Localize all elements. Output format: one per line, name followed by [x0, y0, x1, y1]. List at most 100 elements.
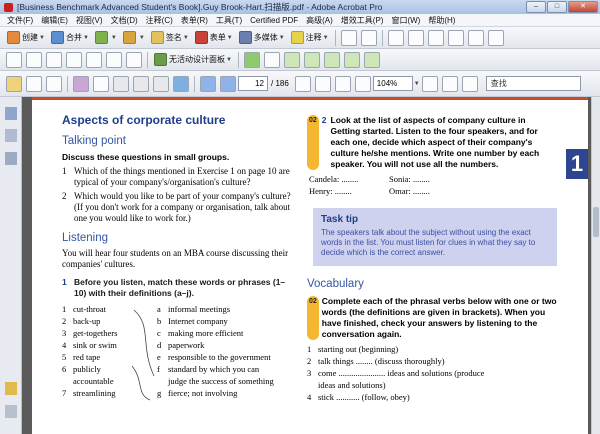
sign-button[interactable]: 签名 ▼	[148, 29, 192, 47]
textfield-tool-icon[interactable]	[46, 51, 62, 68]
task-tip-body: The speakers talk about the subject with…	[321, 228, 536, 257]
design-panel-dropdown[interactable]: 无活动设计面板 ▼	[151, 51, 235, 69]
minimize-button[interactable]: –	[526, 1, 546, 13]
speaker-candela: Candela: ........	[309, 174, 359, 184]
search-input[interactable]: 查找	[485, 76, 581, 91]
maximize-button[interactable]: □	[547, 1, 567, 13]
zoom-out-icon[interactable]	[334, 75, 351, 92]
attach-icon[interactable]	[360, 29, 377, 46]
create-button[interactable]: 创建 ▼	[4, 29, 48, 47]
zoom-in-icon[interactable]	[354, 75, 371, 92]
comment-button[interactable]: 注释 ▼	[288, 29, 332, 47]
menu-file[interactable]: 文件(F)	[3, 15, 37, 26]
ruler-icon[interactable]	[363, 51, 380, 68]
tasks-toolbar: 创建 ▼ 合并 ▼ ▼ ▼ 签名 ▼ 表单 ▼ 多媒体 ▼ 注释 ▼	[0, 27, 600, 49]
page-heading: Aspects of corporate culture	[62, 113, 226, 127]
forms-toolbar: 无活动设计面板 ▼	[0, 49, 600, 71]
handwritten-match-lines	[131, 309, 155, 401]
page-number-input[interactable]: 12	[238, 76, 268, 91]
talking-point-heading: Talking point	[62, 135, 126, 147]
vocab-item: 2 talk things ........ (discuss thoroughl…	[307, 356, 445, 366]
globe-icon[interactable]	[173, 75, 189, 92]
select-tool-icon[interactable]	[387, 29, 404, 46]
stamp-icon[interactable]	[340, 29, 357, 46]
definition-item: f standard by which you can	[157, 364, 260, 374]
window-title: [Business Benchmark Advanced Student's B…	[17, 2, 383, 12]
multimedia-icon	[238, 31, 252, 44]
open-icon[interactable]	[6, 75, 22, 92]
zoom-dropdown-icon[interactable]: ▼	[414, 81, 420, 87]
forms-button[interactable]: 表单 ▼	[192, 29, 236, 47]
print-icon[interactable]	[26, 75, 42, 92]
scrollbar-thumb[interactable]	[593, 207, 599, 237]
navigation-panel	[0, 97, 22, 434]
signature-field-icon[interactable]	[106, 51, 122, 68]
zoom-input[interactable]: 104%	[372, 76, 413, 91]
crop-tool-icon[interactable]	[427, 29, 444, 46]
menu-forms[interactable]: 表单(R)	[177, 15, 212, 26]
combine-button[interactable]: 合并 ▼	[48, 29, 92, 47]
vertical-scrollbar[interactable]	[591, 97, 600, 434]
definition-item: g fierce; not involving	[157, 388, 238, 398]
menu-view[interactable]: 视图(V)	[72, 15, 107, 26]
document-area: 1 Aspects of corporate culture Talking p…	[22, 97, 600, 434]
exercise-1-instruction: 1 Before you listen, match these words o…	[62, 277, 286, 298]
unit-tab: 1	[566, 149, 588, 179]
menu-help[interactable]: 帮助(H)	[424, 15, 459, 26]
text-tool-icon[interactable]	[447, 29, 464, 46]
definition-item: c making more efficient	[157, 328, 244, 338]
green-icon[interactable]	[243, 51, 260, 68]
pdf-page: 1 Aspects of corporate culture Talking p…	[32, 97, 588, 434]
menu-document[interactable]: 文档(D)	[107, 15, 142, 26]
menu-edit[interactable]: 编辑(E)	[37, 15, 72, 26]
audio-track-badge: 02	[307, 296, 319, 340]
menu-plugins[interactable]: 增效工具(P)	[337, 15, 388, 26]
sign-icon	[150, 31, 164, 44]
speaker-henry: Henry: ........	[309, 186, 352, 196]
listbox-tool-icon[interactable]	[66, 51, 82, 68]
comment-icon	[290, 31, 304, 44]
mail-icon[interactable]	[303, 51, 320, 68]
attachments-panel-icon[interactable]	[5, 405, 17, 418]
organize-icon[interactable]	[73, 75, 89, 92]
button-tool-icon[interactable]	[86, 51, 102, 68]
email-icon[interactable]	[46, 75, 62, 92]
menu-tools[interactable]: 工具(T)	[212, 15, 246, 26]
tag-icon[interactable]	[343, 51, 360, 68]
next-page-icon[interactable]	[220, 75, 236, 92]
radio-tool-icon[interactable]	[26, 51, 42, 68]
read-mode-icon[interactable]	[461, 75, 478, 92]
window-controls: – □ ✕	[526, 1, 598, 13]
separator	[334, 29, 336, 46]
grid-icon[interactable]	[263, 51, 280, 68]
layers-icon[interactable]	[323, 51, 340, 68]
secure-button[interactable]: ▼	[120, 29, 148, 47]
highlight-tool-icon[interactable]	[487, 29, 504, 46]
matching-exercise: 1 cut-throat 2 back-up 3 get-togethers 4 sin…	[62, 304, 292, 404]
separator	[194, 75, 195, 92]
task-tip-box: Task tip The speakers talk about the sub…	[313, 208, 557, 266]
menu-window[interactable]: 窗口(W)	[387, 15, 424, 26]
save-icon[interactable]	[93, 75, 109, 92]
menu-certified-pdf[interactable]: Certified PDF	[246, 16, 302, 25]
pen-tool-icon[interactable]	[467, 29, 484, 46]
signatures-panel-icon[interactable]	[5, 152, 17, 165]
menu-advanced[interactable]: 高级(A)	[302, 15, 337, 26]
multimedia-button[interactable]: 多媒体 ▼	[236, 29, 288, 47]
export-button[interactable]: ▼	[92, 29, 120, 47]
fit-page-icon[interactable]	[421, 75, 438, 92]
fit-width-icon[interactable]	[441, 75, 458, 92]
menu-bar: 文件(F) 编辑(E) 视图(V) 文档(D) 注释(C) 表单(R) 工具(T…	[0, 14, 600, 27]
barcode-tool-icon[interactable]	[126, 51, 142, 68]
hand-tool-icon[interactable]	[294, 75, 311, 92]
rectangle-tool-icon[interactable]	[407, 29, 424, 46]
close-button[interactable]: ✕	[568, 1, 598, 13]
comment-note-icon[interactable]	[283, 51, 300, 68]
bookmarks-panel-icon[interactable]	[5, 129, 17, 142]
menu-comments[interactable]: 注释(C)	[142, 15, 177, 26]
comments-panel-icon[interactable]	[5, 382, 17, 395]
prev-page-icon[interactable]	[200, 75, 216, 92]
zoom-tool-icon[interactable]	[314, 75, 331, 92]
pages-panel-icon[interactable]	[5, 107, 17, 120]
checkbox-tool-icon[interactable]	[6, 51, 22, 68]
